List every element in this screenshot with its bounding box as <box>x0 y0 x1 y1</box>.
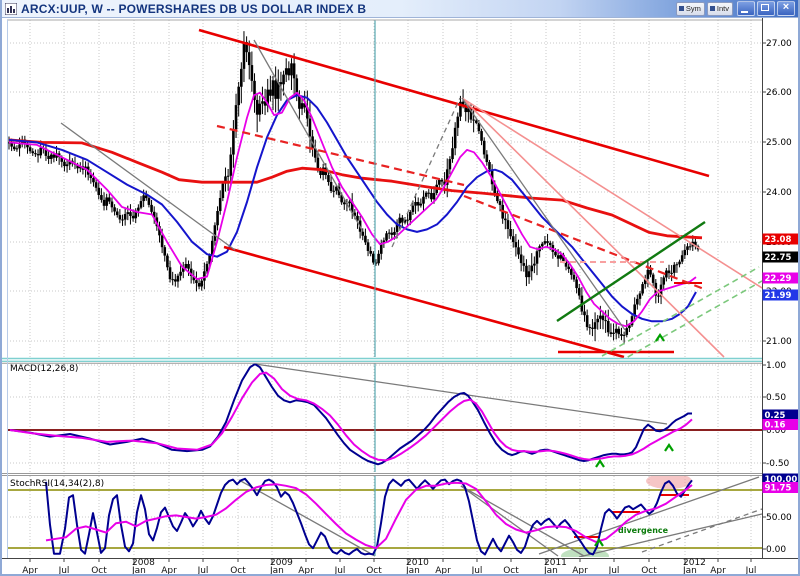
svg-text:26.00: 26.00 <box>766 88 792 98</box>
svg-text:91.75: 91.75 <box>765 484 792 494</box>
svg-text:Jul: Jul <box>608 566 620 576</box>
intv-button[interactable]: Intv <box>707 2 733 16</box>
svg-text:Oct: Oct <box>503 566 519 576</box>
svg-text:Oct: Oct <box>366 566 382 576</box>
svg-text:21.99: 21.99 <box>765 291 792 301</box>
svg-text:23.08: 23.08 <box>765 235 792 245</box>
svg-text:0.50: 0.50 <box>766 393 786 403</box>
intv-button-label: Intv <box>717 3 729 14</box>
svg-text:22.75: 22.75 <box>765 253 792 263</box>
svg-text:Jan: Jan <box>269 566 284 576</box>
svg-text:Jan: Jan <box>682 566 697 576</box>
svg-text:Jul: Jul <box>471 566 483 576</box>
intv-button-icon <box>710 6 715 11</box>
minimize-icon <box>741 11 748 13</box>
sym-button-icon <box>679 6 684 11</box>
sym-button-label: Sym <box>686 3 701 14</box>
window-chart-icon <box>5 3 17 15</box>
svg-text:25.00: 25.00 <box>766 138 792 148</box>
svg-text:Apr: Apr <box>710 566 726 576</box>
svg-text:Apr: Apr <box>161 566 177 576</box>
svg-text:1.00: 1.00 <box>766 361 786 371</box>
minimize-button[interactable] <box>737 1 755 16</box>
svg-text:Apr: Apr <box>572 566 588 576</box>
svg-text:Jul: Jul <box>58 566 70 576</box>
chart-canvas: 27.0026.0025.0024.0023.0022.0021.001.000… <box>2 18 800 576</box>
svg-text:Apr: Apr <box>435 566 451 576</box>
svg-text:Apr: Apr <box>22 566 38 576</box>
svg-text:Jan: Jan <box>543 566 558 576</box>
stochrsi-label: StochRSI(14,34(2),8) <box>10 479 104 489</box>
svg-text:24.00: 24.00 <box>766 188 792 198</box>
window-title: ARCX:UUP, W -- POWERSHARES DB US DOLLAR … <box>21 2 366 16</box>
svg-text:Jul: Jul <box>334 566 346 576</box>
svg-text:Jul: Jul <box>745 566 757 576</box>
chart-window: ARCX:UUP, W -- POWERSHARES DB US DOLLAR … <box>0 0 800 576</box>
divergence-annotation: divergence <box>618 526 669 535</box>
maximize-button[interactable] <box>757 1 775 16</box>
svg-text:0.16: 0.16 <box>765 421 786 431</box>
title-bar[interactable]: ARCX:UUP, W -- POWERSHARES DB US DOLLAR … <box>2 0 798 18</box>
svg-text:Jan: Jan <box>131 566 146 576</box>
close-icon: × <box>778 1 794 13</box>
maximize-icon <box>761 4 769 11</box>
svg-text:0.00: 0.00 <box>766 545 786 555</box>
svg-text:Oct: Oct <box>230 566 246 576</box>
sym-button[interactable]: Sym <box>676 2 705 16</box>
svg-text:Oct: Oct <box>91 566 107 576</box>
macd-label: MACD(12,26,8) <box>10 364 78 374</box>
x-axis-strip <box>2 558 800 576</box>
svg-text:21.00: 21.00 <box>766 337 792 347</box>
svg-text:27.00: 27.00 <box>766 39 792 49</box>
svg-text:Jan: Jan <box>405 566 420 576</box>
svg-text:50.00: 50.00 <box>766 513 792 523</box>
close-button[interactable]: × <box>777 1 795 16</box>
svg-text:Oct: Oct <box>641 566 657 576</box>
svg-text:Jul: Jul <box>197 566 209 576</box>
svg-text:22.29: 22.29 <box>765 274 792 284</box>
svg-text:-0.50: -0.50 <box>766 459 790 469</box>
svg-text:Apr: Apr <box>298 566 314 576</box>
